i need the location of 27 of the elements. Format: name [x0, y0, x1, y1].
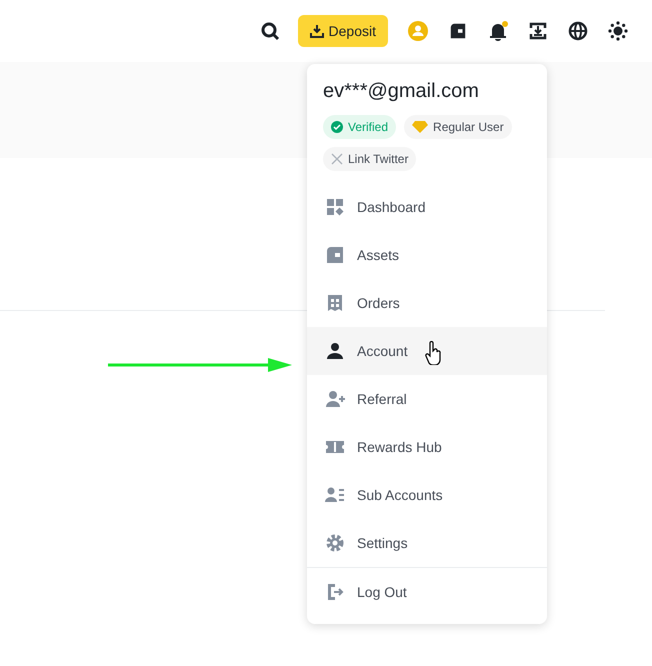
cursor-icon: [425, 341, 443, 365]
grid-icon: [325, 197, 345, 217]
menu-item[interactable]: Sub Accounts: [307, 471, 547, 519]
settings-icon: [325, 533, 345, 553]
link-twitter-button[interactable]: Link Twitter: [323, 147, 416, 171]
wallet-icon: [325, 245, 345, 265]
download-icon: [310, 24, 324, 38]
menu-item[interactable]: Rewards Hub: [307, 423, 547, 471]
user-icon: [325, 341, 345, 361]
email-text: ev***@gmail.com: [322, 79, 480, 103]
x-icon: [331, 153, 343, 165]
check-badge-icon: [331, 121, 343, 133]
menu-item[interactable]: Settings: [307, 519, 547, 567]
menu-item[interactable]: Referral: [307, 375, 547, 423]
menu-item[interactable]: Orders: [307, 279, 547, 327]
user-list-icon: [325, 485, 345, 505]
deposit-button[interactable]: Deposit: [298, 15, 388, 47]
status-badge: Regular User: [404, 115, 512, 139]
user-plus-icon: [325, 389, 345, 409]
menu-item[interactable]: Account: [307, 327, 547, 375]
diamond-icon: [412, 121, 428, 133]
receipt-icon: [325, 293, 345, 313]
log-out-item[interactable]: Log Out: [307, 568, 547, 616]
status-badge: Verified: [323, 115, 396, 139]
menu-item[interactable]: Assets: [307, 231, 547, 279]
menu-item[interactable]: Dashboard: [307, 183, 547, 231]
log-out-icon: [325, 582, 345, 602]
